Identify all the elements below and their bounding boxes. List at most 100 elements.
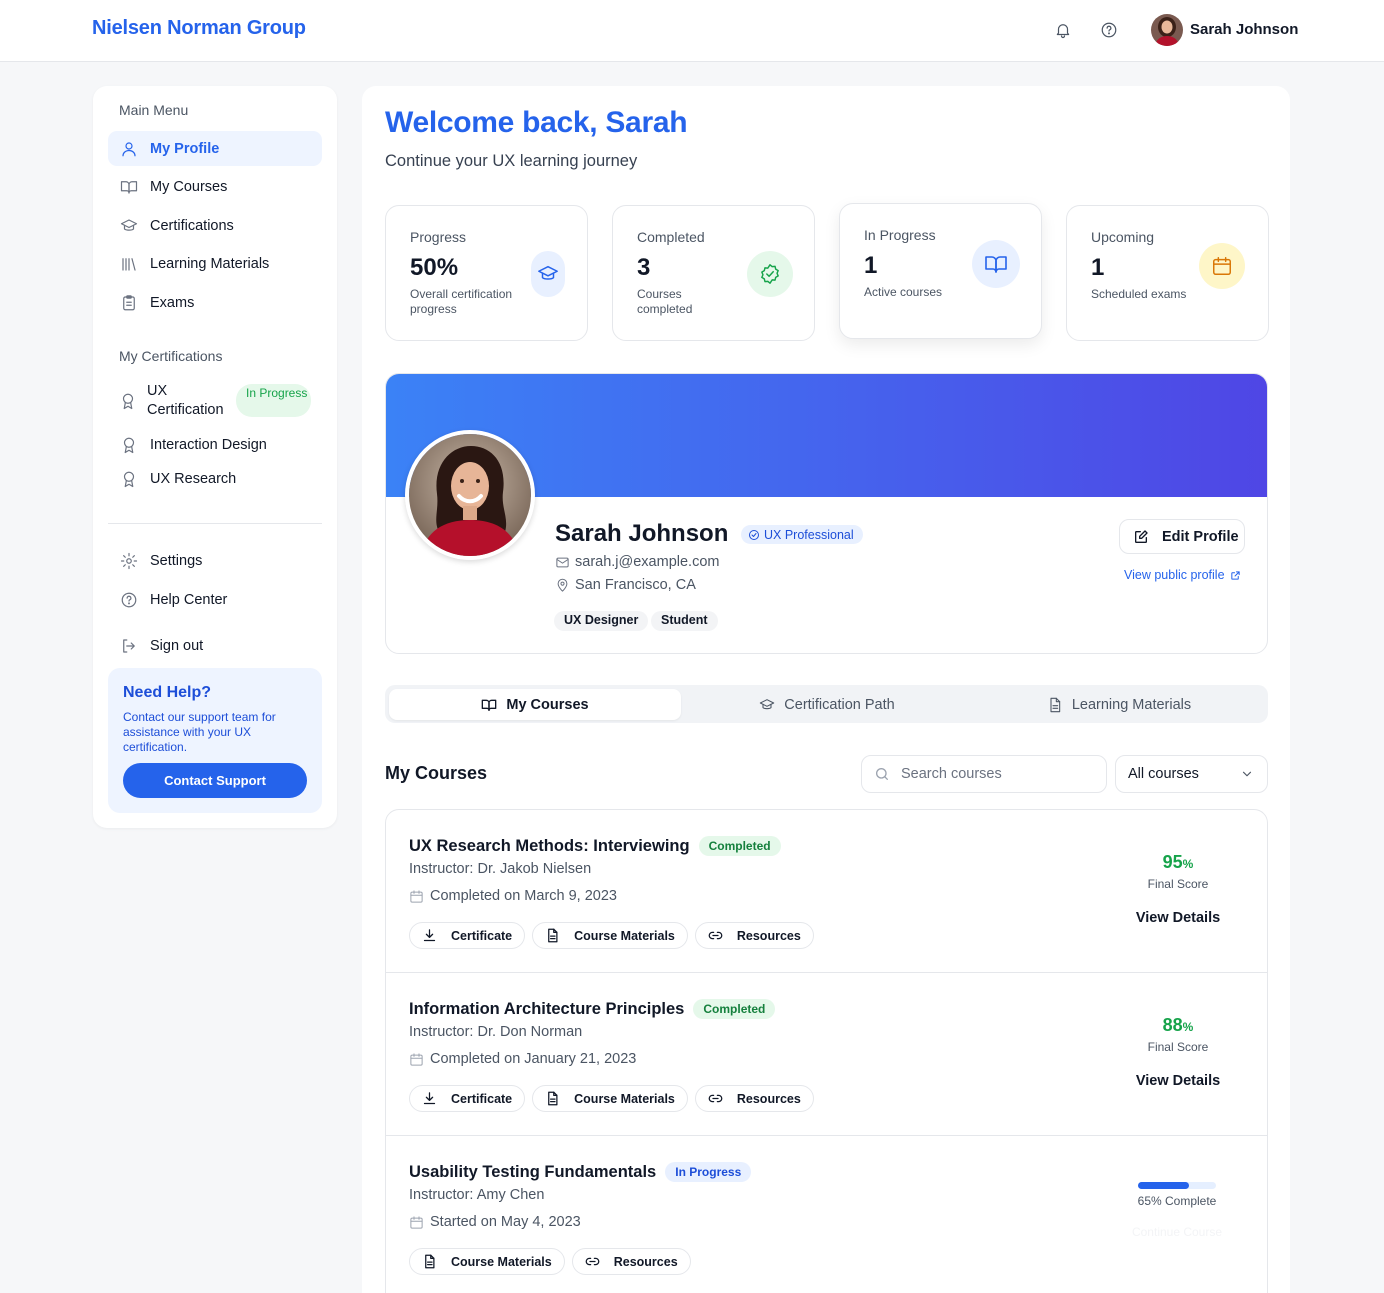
logout-icon xyxy=(120,637,138,655)
certificate-button[interactable]: Certificate xyxy=(409,1085,526,1112)
course-materials-button[interactable]: Course Materials xyxy=(532,1085,688,1112)
search-input[interactable] xyxy=(901,766,1091,782)
stat-title: Upcoming xyxy=(1091,229,1155,245)
sidebar-item-certifications[interactable]: Certifications xyxy=(108,208,322,243)
link-icon xyxy=(708,928,723,943)
profile-location-text: San Francisco, CA xyxy=(575,577,696,593)
continue-course-button[interactable]: Continue Course xyxy=(1121,1225,1233,1239)
sidebar-item-my-profile[interactable]: My Profile xyxy=(108,131,322,166)
course-title-text: UX Research Methods: Interviewing xyxy=(409,836,690,855)
sidebar-item-my-courses[interactable]: My Courses xyxy=(108,169,322,204)
cert-item-label: Interaction Design xyxy=(150,436,267,453)
profile-location: San Francisco, CA xyxy=(555,577,696,593)
sidebar-item-sign-out[interactable]: Sign out xyxy=(108,628,322,663)
sidebar-item-label: Sign out xyxy=(150,637,204,654)
chevron-down-icon xyxy=(1240,767,1254,781)
file-icon xyxy=(545,928,560,943)
resources-button[interactable]: Resources xyxy=(694,1085,814,1112)
course-title[interactable]: Usability Testing Fundamentals In Progre… xyxy=(409,1162,752,1182)
course-title-text: Information Architecture Principles xyxy=(409,999,685,1018)
stat-card-upcoming: Upcoming 1 Scheduled exams xyxy=(1066,205,1269,341)
sidebar-item-label: Exams xyxy=(150,294,195,311)
map-pin-icon xyxy=(555,578,570,593)
view-details-link[interactable]: View Details xyxy=(1133,910,1223,926)
status-badge: Completed xyxy=(693,999,776,1019)
gear-icon xyxy=(120,552,138,570)
cert-item-ux-certification[interactable]: UX Certification xyxy=(147,382,235,420)
stat-value: 3 xyxy=(637,254,651,281)
user-name[interactable]: Sarah Johnson xyxy=(1190,21,1298,38)
help-box-text: Contact our support team for assistance … xyxy=(123,710,276,754)
profile-photo[interactable] xyxy=(405,430,535,560)
sidebar-item-label: Help Center xyxy=(150,591,228,608)
sidebar-item-label: Learning Materials xyxy=(150,255,270,272)
final-score: 88% xyxy=(1133,1015,1223,1036)
check-badge-icon xyxy=(747,251,793,297)
resources-label: Resources xyxy=(613,1254,678,1269)
tab-learning-materials[interactable]: Learning Materials xyxy=(973,689,1265,720)
clipboard-icon xyxy=(120,294,138,312)
course-row: UX Research Methods: Interviewing Comple… xyxy=(386,810,1267,973)
stat-desc: Courses completed xyxy=(637,287,693,316)
brand-logo[interactable]: Nielsen Norman Group xyxy=(92,17,306,40)
tab-label: Learning Materials xyxy=(1071,696,1192,713)
sidebar-item-learning-materials[interactable]: Learning Materials xyxy=(108,246,322,281)
course-materials-label: Course Materials xyxy=(574,1091,675,1106)
sidebar-item-label: My Profile xyxy=(150,140,220,157)
final-score-label: Final Score xyxy=(1147,877,1209,891)
graduation-cap-icon xyxy=(120,217,138,235)
resources-button[interactable]: Resources xyxy=(571,1248,691,1275)
course-title[interactable]: Information Architecture Principles Comp… xyxy=(409,999,776,1019)
course-materials-button[interactable]: Course Materials xyxy=(409,1248,565,1275)
avatar[interactable] xyxy=(1151,14,1183,46)
external-link-icon xyxy=(1230,570,1241,581)
search-field[interactable] xyxy=(861,755,1107,793)
tab-certification-path[interactable]: Certification Path xyxy=(681,689,973,720)
status-badge: In Progress xyxy=(236,384,311,417)
sidebar-item-help-center[interactable]: Help Center xyxy=(108,582,322,617)
bell-icon[interactable] xyxy=(1054,21,1072,39)
contact-support-button[interactable]: Contact Support xyxy=(123,763,307,798)
cert-item-interaction-design[interactable]: Interaction Design xyxy=(108,427,322,462)
certificate-button[interactable]: Certificate xyxy=(409,922,526,949)
final-score-unit: % xyxy=(1182,1020,1194,1034)
file-icon xyxy=(422,1254,437,1269)
sidebar-item-exams[interactable]: Exams xyxy=(108,285,322,320)
course-date: Started on May 4, 2023 xyxy=(409,1214,581,1230)
user-icon xyxy=(120,140,138,158)
course-instructor: Instructor: Dr. Don Norman xyxy=(409,1024,583,1040)
sidebar-item-settings[interactable]: Settings xyxy=(108,543,322,578)
course-materials-label: Course Materials xyxy=(574,928,675,943)
profile-email: sarah.j@example.com xyxy=(555,554,719,570)
stat-value: 50% xyxy=(410,254,459,281)
course-title[interactable]: UX Research Methods: Interviewing Comple… xyxy=(409,836,781,856)
stat-value: 1 xyxy=(1091,254,1105,281)
page-title: Welcome back, Sarah xyxy=(385,106,688,139)
book-icon xyxy=(120,178,138,196)
file-icon xyxy=(1047,697,1063,713)
profile-tag: Student xyxy=(651,611,718,631)
view-public-profile-link[interactable]: View public profile xyxy=(1124,568,1241,582)
course-row: Usability Testing Fundamentals In Progre… xyxy=(386,1136,1267,1293)
certificate-label: Certificate xyxy=(451,1091,513,1106)
award-icon xyxy=(120,436,138,454)
stat-card-progress: Progress 50% Overall certification progr… xyxy=(385,205,588,341)
stat-title: In Progress xyxy=(864,227,936,243)
download-icon xyxy=(422,1091,437,1106)
course-filter-select[interactable]: All courses xyxy=(1115,755,1268,793)
library-icon xyxy=(120,255,138,273)
help-icon[interactable] xyxy=(1100,21,1118,39)
edit-profile-button[interactable]: Edit Profile xyxy=(1119,519,1245,554)
course-materials-button[interactable]: Course Materials xyxy=(532,922,688,949)
resources-button[interactable]: Resources xyxy=(694,922,814,949)
view-details-link[interactable]: View Details xyxy=(1133,1073,1223,1089)
tab-my-courses[interactable]: My Courses xyxy=(389,689,681,720)
calendar-icon xyxy=(409,1052,424,1067)
help-circle-icon xyxy=(120,591,138,609)
stat-title: Completed xyxy=(637,229,705,245)
cert-item-label: UX Research xyxy=(150,470,237,487)
stat-title: Progress xyxy=(410,229,467,245)
cert-item-ux-research[interactable]: UX Research xyxy=(108,461,322,496)
profile-tag: UX Designer xyxy=(554,611,649,631)
main-menu-heading: Main Menu xyxy=(119,102,189,118)
